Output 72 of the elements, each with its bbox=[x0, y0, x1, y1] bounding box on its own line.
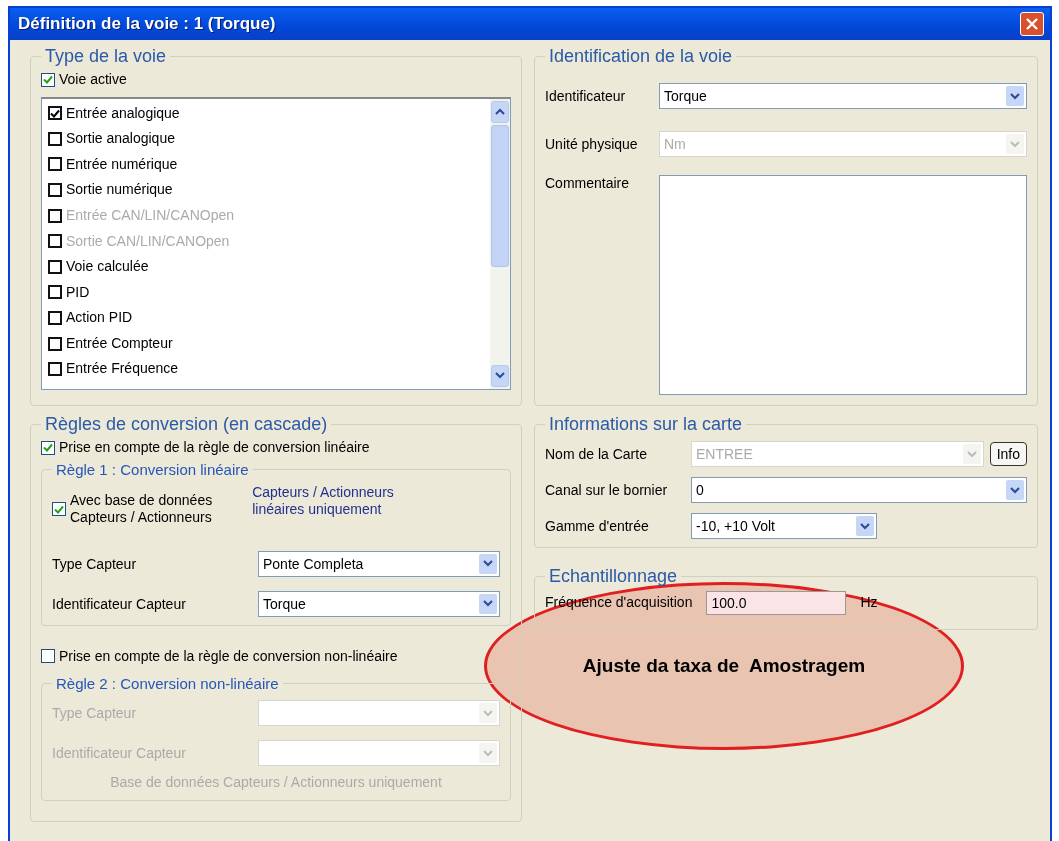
dropdown[interactable]: -10, +10 Volt bbox=[691, 513, 877, 539]
frequency-field[interactable]: 100.0 bbox=[706, 591, 847, 615]
checkbox[interactable] bbox=[41, 649, 55, 664]
checkbox[interactable] bbox=[48, 157, 62, 172]
chevron-down-icon bbox=[483, 709, 493, 717]
dropdown[interactable]: Torque bbox=[258, 590, 500, 617]
checkbox[interactable] bbox=[48, 106, 62, 121]
checkbox[interactable] bbox=[48, 183, 62, 198]
checkbox[interactable] bbox=[48, 336, 62, 351]
checkbox-label: Voie active bbox=[59, 71, 127, 89]
field-label: Gamme d'entrée bbox=[545, 518, 650, 534]
dropdown[interactable]: Torque bbox=[659, 83, 1027, 109]
chevron-up-icon bbox=[495, 108, 505, 115]
group-title: Règle 2 : Conversion non-linéaire bbox=[55, 675, 280, 692]
checkbox[interactable] bbox=[48, 285, 62, 300]
check-icon bbox=[43, 443, 53, 453]
close-icon bbox=[1026, 18, 1038, 30]
checkbox[interactable] bbox=[41, 440, 55, 455]
list-item[interactable]: Entrée Fréquence bbox=[66, 360, 179, 378]
list-item[interactable]: Action PID bbox=[66, 309, 133, 327]
list-item[interactable]: Entrée Compteur bbox=[66, 334, 173, 353]
group-title: Règle 1 : Conversion linéaire bbox=[55, 460, 250, 478]
list-item[interactable]: Sortie numérique bbox=[66, 181, 173, 199]
chevron-down-icon bbox=[483, 749, 493, 757]
field-label: Nom de la Carte bbox=[545, 446, 648, 462]
chevron-down-icon bbox=[860, 522, 870, 530]
field-label: Type Capteur bbox=[52, 705, 138, 721]
checkbox[interactable] bbox=[48, 259, 62, 274]
checkbox[interactable] bbox=[48, 362, 62, 377]
field-label: Identificateur bbox=[545, 88, 627, 104]
checkbox[interactable] bbox=[41, 72, 55, 87]
checkbox-label: Prise en compte de la règle de conversion linéaire bbox=[59, 439, 370, 457]
list-item[interactable]: Entrée analogique bbox=[66, 104, 180, 123]
group-title: Type de la voie bbox=[44, 46, 168, 67]
list-item[interactable]: Voie calculée bbox=[66, 258, 149, 276]
dropdown[interactable]: 0 bbox=[691, 477, 1027, 503]
window-title: Définition de la voie : 1 (Torque) bbox=[18, 14, 276, 34]
comment-field[interactable] bbox=[659, 175, 1027, 395]
dropdown[interactable]: Ponte Completa bbox=[258, 550, 500, 577]
chevron-down-icon bbox=[1010, 92, 1020, 100]
field-label: Canal sur le bornier bbox=[545, 482, 669, 498]
check-icon bbox=[43, 75, 53, 85]
field-label: Commentaire bbox=[545, 175, 631, 191]
field-label: Identificateur Capteur bbox=[52, 745, 187, 761]
field-label: Unité physique bbox=[545, 136, 639, 152]
check-icon bbox=[50, 108, 60, 118]
list-item[interactable]: PID bbox=[66, 283, 90, 302]
field-label: Identificateur Capteur bbox=[52, 595, 187, 612]
list-item[interactable]: Sortie analogique bbox=[66, 130, 175, 148]
checkbox-label: Avec base de données Capteurs / Actionneurs bbox=[70, 491, 213, 527]
checkbox-label: Prise en compte de la règle de conversion non-linéaire bbox=[59, 647, 398, 665]
checkbox[interactable] bbox=[48, 131, 62, 146]
chevron-down-icon bbox=[1010, 486, 1020, 494]
chevron-down-icon bbox=[1010, 140, 1020, 148]
close-button[interactable] bbox=[1020, 12, 1044, 36]
chevron-down-icon bbox=[966, 450, 977, 458]
group-title: Informations sur la carte bbox=[548, 414, 744, 435]
scrollbar[interactable] bbox=[490, 98, 510, 389]
note-text: Capteurs / Actionneurs linéaires uniquement bbox=[252, 483, 394, 519]
group-title: Règles de conversion (en cascade) bbox=[44, 414, 329, 435]
group-title: Identification de la voie bbox=[548, 46, 734, 67]
note-text: Base de données Capteurs / Actionneurs uniquement bbox=[110, 774, 442, 792]
field-label: Type Capteur bbox=[52, 555, 138, 572]
group-title: Echantillonnage bbox=[548, 566, 679, 587]
list-item[interactable]: Entrée numérique bbox=[66, 155, 178, 174]
checkbox[interactable] bbox=[48, 311, 62, 326]
annotation-text: Ajuste da taxa de Amostragem bbox=[582, 655, 866, 677]
chevron-down-icon bbox=[483, 600, 493, 607]
check-icon bbox=[54, 504, 64, 514]
chevron-down-icon bbox=[495, 372, 505, 379]
checkbox[interactable] bbox=[52, 502, 66, 516]
chevron-down-icon bbox=[483, 560, 493, 567]
